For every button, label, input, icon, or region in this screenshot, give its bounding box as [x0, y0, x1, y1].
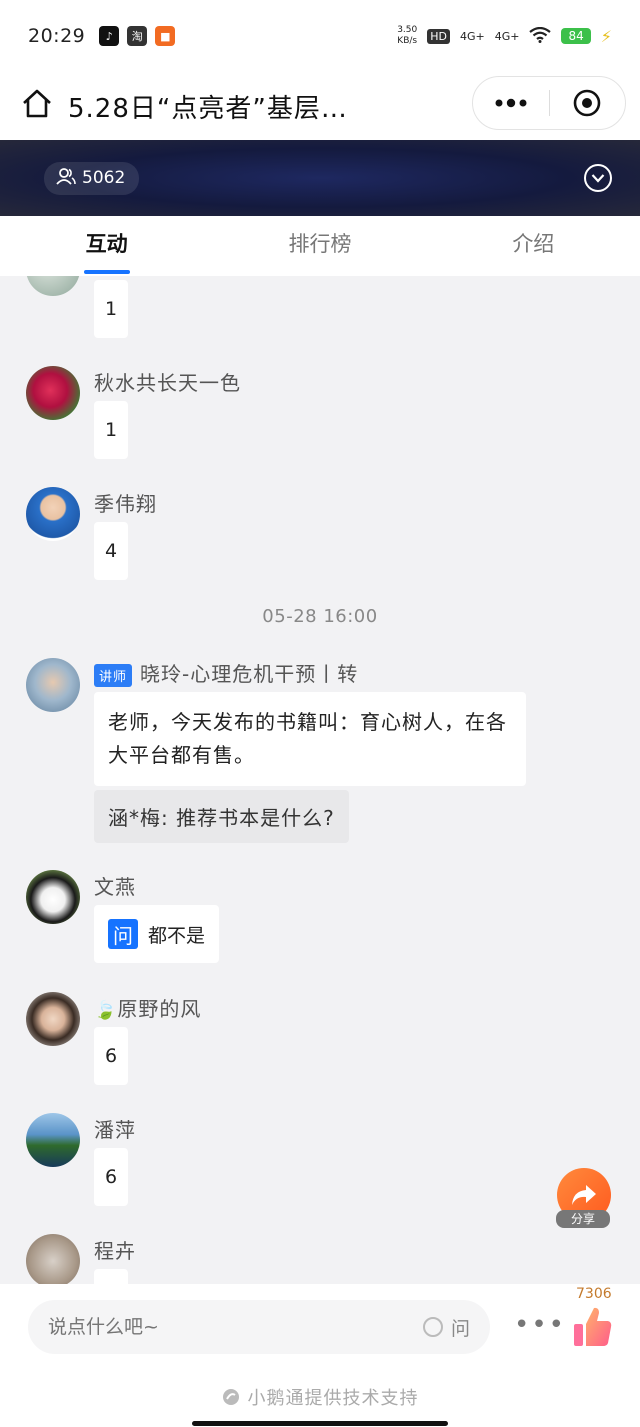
app-notification-icon: ■: [155, 26, 176, 46]
charging-icon: ⚡: [600, 26, 612, 46]
username: 原野的风: [117, 997, 202, 1021]
close-mini-program-button[interactable]: [550, 77, 626, 129]
avatar[interactable]: [26, 366, 80, 420]
notification-icons: ♪ 淘 ■: [99, 26, 176, 46]
quoted-question: 涵*梅: 推荐书本是什么?: [94, 790, 349, 843]
tab-bar: 互动 排行榜 介绍: [0, 216, 640, 276]
avatar[interactable]: [26, 1113, 80, 1167]
share-button[interactable]: 分享: [556, 1168, 612, 1232]
tab-introduction[interactable]: 介绍: [427, 216, 640, 276]
avatar[interactable]: [26, 658, 80, 712]
page-title: 5.28日“点亮者”基层…: [68, 93, 348, 124]
thumbs-up-icon: [574, 1307, 612, 1346]
message-bubble: 1: [94, 401, 128, 459]
powered-by: 小鹅通提供技术支持: [0, 1384, 640, 1410]
comment-input-box: 问: [28, 1300, 490, 1354]
leaf-icon: 🍃: [94, 1000, 118, 1021]
like-button[interactable]: [572, 1304, 614, 1350]
chat-feed[interactable]: 1 秋水共长天一色 1 季伟翔 4 05-28 16:00 讲师 晓玲-心理危机干…: [0, 276, 640, 1284]
username: 秋水共长天一色: [94, 371, 241, 395]
powered-by-text: 小鹅通提供技术支持: [247, 1388, 419, 1409]
clock: 20:29: [28, 25, 86, 47]
mini-program-capsule: [472, 76, 626, 130]
username-row: 🍃原野的风: [94, 993, 201, 1022]
tab-leaderboard[interactable]: 排行榜: [213, 216, 426, 276]
ask-question-toggle[interactable]: 问: [422, 1314, 470, 1341]
avatar[interactable]: [26, 276, 80, 296]
tab-interaction[interactable]: 互动: [0, 216, 213, 276]
net-speed: 3.50 KB/s: [397, 25, 418, 46]
viewer-count-chip: 5062: [44, 161, 140, 195]
username: 晓玲-心理危机干预丨转: [140, 662, 359, 686]
lecturer-header: 讲师 晓玲-心理危机干预丨转: [94, 658, 374, 687]
comment-input[interactable]: [48, 1316, 423, 1338]
top-nav: 5.28日“点亮者”基层…: [0, 72, 640, 140]
taobao-icon: 淘: [127, 26, 148, 46]
avatar[interactable]: [26, 487, 80, 541]
radio-icon: [422, 1317, 443, 1337]
home-icon[interactable]: [20, 87, 54, 125]
signal-icon-2: 4G+: [494, 29, 520, 43]
wifi-icon: [529, 26, 552, 46]
bottom-bar: 问 ••• 7306 小鹅通提供技术支持: [0, 1284, 640, 1427]
message-bubble: 4: [94, 522, 128, 580]
like-count: 7306: [576, 1286, 612, 1302]
live-banner: 5062: [0, 140, 640, 216]
avatar[interactable]: [26, 1234, 80, 1284]
battery-indicator: 84: [561, 28, 591, 44]
more-options-button[interactable]: •••: [514, 1312, 566, 1338]
chevron-down-icon: [591, 174, 605, 183]
people-icon: [56, 167, 76, 190]
signal-icon: 4G+: [459, 29, 485, 43]
time-divider: 05-28 16:00: [262, 606, 378, 627]
username: 季伟翔: [94, 492, 157, 516]
message-bubble: [94, 1269, 128, 1284]
message-bubble: 6: [94, 1148, 128, 1206]
home-indicator: [192, 1421, 448, 1426]
avatar[interactable]: [26, 992, 80, 1046]
message-bubble: 问 都不是: [94, 905, 220, 963]
xiaoe-logo-icon: [222, 1389, 239, 1405]
more-menu-button[interactable]: [473, 77, 549, 129]
hd-icon: HD: [427, 28, 450, 44]
share-label: 分享: [556, 1210, 610, 1228]
expand-banner-button[interactable]: [584, 164, 612, 192]
viewer-count: 5062: [82, 168, 126, 188]
lecturer-badge: 讲师: [94, 664, 133, 687]
status-bar: 20:29 ♪ 淘 ■ 3.50 KB/s HD 4G+ 4G+ 84 ⚡: [0, 0, 640, 72]
question-badge: 问: [108, 919, 138, 949]
avatar[interactable]: [26, 870, 80, 924]
username: 潘萍: [94, 1118, 136, 1142]
message-bubble: 6: [94, 1027, 128, 1085]
message-bubble: 1: [94, 280, 128, 338]
status-right: 3.50 KB/s HD 4G+ 4G+ 84 ⚡: [397, 25, 612, 47]
ask-label: 问: [450, 1317, 470, 1340]
message-text: 都不是: [148, 924, 206, 947]
username: 文燕: [94, 875, 136, 899]
username: 程卉: [94, 1239, 136, 1263]
tiktok-icon: ♪: [99, 26, 120, 46]
message-bubble: 老师，今天发布的书籍叫：育心树人，在各大平台都有售。: [94, 692, 526, 786]
